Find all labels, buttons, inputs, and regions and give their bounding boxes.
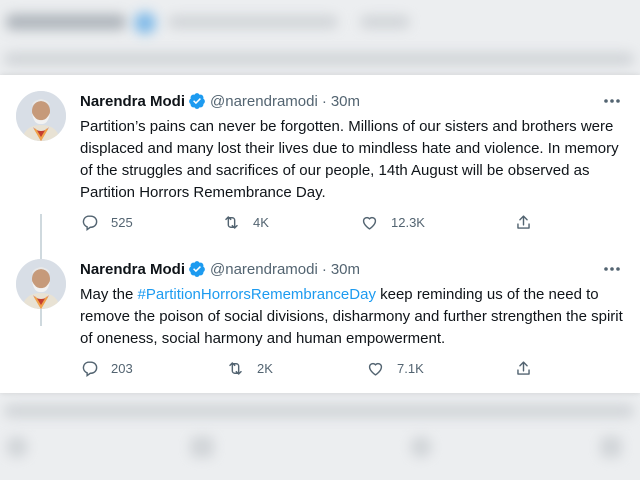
tweet-text-before: May the <box>80 286 138 303</box>
retweet-count: 2K <box>257 361 273 376</box>
reply-button[interactable]: 525 <box>80 213 133 232</box>
author-name[interactable]: Narendra Modi <box>80 261 185 278</box>
tweet-thread-card: Narendra Modi @narendramodi · 30m Partit… <box>0 75 640 393</box>
blurred-icon <box>190 436 214 458</box>
reply-icon <box>82 361 98 378</box>
blurred-icon <box>410 436 432 458</box>
avatar[interactable] <box>16 259 66 309</box>
blurred-icon <box>6 436 28 458</box>
author-handle[interactable]: @narendramodi <box>210 93 318 110</box>
tweet-text: Partition’s pains can never be forgotten… <box>80 118 619 201</box>
share-icon <box>517 215 530 229</box>
more-options-icon[interactable] <box>602 259 622 279</box>
like-count: 12.3K <box>391 215 425 230</box>
like-button[interactable]: 12.3K <box>360 213 425 232</box>
share-button[interactable] <box>514 359 533 378</box>
blurred-text-line <box>4 404 634 418</box>
blurred-verified <box>134 12 156 34</box>
tweet-header: Narendra Modi @narendramodi · 30m <box>80 91 360 111</box>
retweet-button[interactable]: 2K <box>226 359 273 378</box>
retweet-button[interactable]: 4K <box>222 213 269 232</box>
author-handle[interactable]: @narendramodi <box>210 261 318 278</box>
timestamp[interactable]: 30m <box>331 261 360 278</box>
like-button[interactable]: 7.1K <box>366 359 424 378</box>
reply-button[interactable]: 203 <box>80 359 133 378</box>
blurred-name <box>6 14 126 30</box>
like-icon <box>368 362 383 376</box>
verified-badge-icon <box>189 261 205 277</box>
hashtag-link[interactable]: #PartitionHorrorsRemembranceDay <box>138 286 376 303</box>
tweet-actions: 525 4K 12.3K <box>80 213 560 233</box>
retweet-icon <box>229 362 242 375</box>
blurred-handle <box>168 15 338 29</box>
blurred-text-line <box>4 52 634 66</box>
tweet-text: May the #PartitionHorrorsRemembranceDay … <box>80 284 625 350</box>
blurred-icon <box>600 436 622 458</box>
tweet-header: Narendra Modi @narendramodi · 30m <box>80 259 360 279</box>
like-icon <box>362 216 377 230</box>
like-count: 7.1K <box>397 361 424 376</box>
retweet-icon <box>225 216 238 229</box>
share-icon <box>517 361 530 375</box>
separator: · <box>321 260 327 278</box>
author-name[interactable]: Narendra Modi <box>80 93 185 110</box>
reply-count: 203 <box>111 361 133 376</box>
blurred-time <box>360 15 410 29</box>
more-options-icon[interactable] <box>602 91 622 111</box>
avatar[interactable] <box>16 91 66 141</box>
reply-icon <box>82 215 98 232</box>
retweet-count: 4K <box>253 215 269 230</box>
separator: · <box>321 92 327 110</box>
share-button[interactable] <box>514 213 533 232</box>
verified-badge-icon <box>189 93 205 109</box>
timestamp[interactable]: 30m <box>331 93 360 110</box>
reply-count: 525 <box>111 215 133 230</box>
tweet-actions: 203 2K 7.1K <box>80 359 560 379</box>
